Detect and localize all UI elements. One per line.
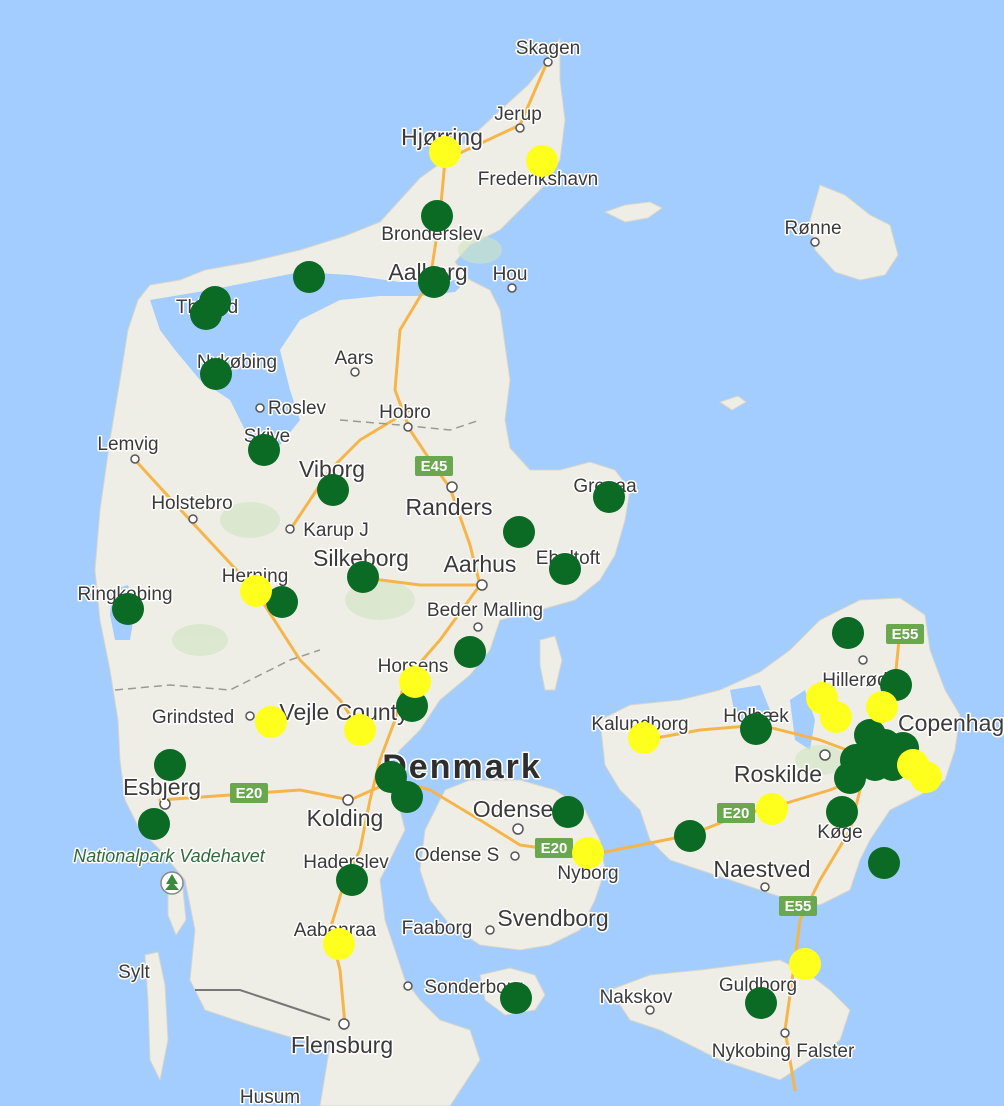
svg-text:E20: E20: [541, 840, 568, 857]
marker-yellow[interactable]: [399, 666, 431, 698]
label-flensburg: Flensburg: [291, 1032, 393, 1058]
marker-yellow[interactable]: [240, 575, 272, 607]
marker-yellow[interactable]: [344, 714, 376, 746]
label-grindsted: Grindsted: [152, 707, 234, 728]
shield-e20-funen: E20: [535, 838, 573, 858]
marker-green[interactable]: [740, 713, 772, 745]
marker-green[interactable]: [500, 982, 532, 1014]
label-nykobing-falster: Nykobing Falster: [712, 1041, 855, 1062]
marker-green[interactable]: [549, 553, 581, 585]
label-park: Nationalpark Vadehavet: [73, 846, 265, 866]
marker-green[interactable]: [154, 749, 186, 781]
label-faaborg: Faaborg: [402, 918, 473, 939]
label-odense-s: Odense S: [415, 845, 500, 866]
label-copenhagen: Copenhagen: [898, 710, 1004, 736]
park-icon[interactable]: [160, 871, 184, 895]
label-roskilde: Roskilde: [734, 761, 822, 787]
shield-e55-south: E55: [779, 896, 817, 916]
marker-yellow[interactable]: [756, 793, 788, 825]
label-husum: Husum: [240, 1087, 300, 1106]
marker-green[interactable]: [293, 261, 325, 293]
marker-yellow[interactable]: [866, 691, 898, 723]
shield-e20-zealand: E20: [717, 803, 755, 823]
marker-green[interactable]: [745, 987, 777, 1019]
marker-green[interactable]: [112, 593, 144, 625]
svg-text:E55: E55: [892, 626, 919, 643]
marker-green[interactable]: [248, 434, 280, 466]
svg-text:E55: E55: [785, 898, 812, 915]
marker-yellow[interactable]: [820, 701, 852, 733]
label-roslev: Roslev: [268, 398, 327, 419]
marker-yellow[interactable]: [910, 761, 942, 793]
label-holstebro: Holstebro: [151, 493, 232, 514]
marker-yellow[interactable]: [628, 722, 660, 754]
svg-text:E45: E45: [421, 458, 448, 475]
marker-green[interactable]: [454, 636, 486, 668]
marker-green[interactable]: [832, 617, 864, 649]
marker-green[interactable]: [418, 266, 450, 298]
label-vejle-county: Vejle County: [279, 699, 409, 725]
marker-green[interactable]: [834, 762, 866, 794]
marker-green[interactable]: [336, 864, 368, 896]
marker-green[interactable]: [674, 820, 706, 852]
marker-green[interactable]: [593, 481, 625, 513]
marker-yellow[interactable]: [255, 706, 287, 738]
marker-yellow[interactable]: [789, 948, 821, 980]
label-hou: Hou: [493, 264, 528, 285]
label-aars: Aars: [334, 348, 373, 369]
marker-green[interactable]: [391, 781, 423, 813]
label-kolding: Kolding: [307, 805, 384, 831]
marker-green[interactable]: [347, 561, 379, 593]
label-nakskov: Nakskov: [600, 987, 673, 1008]
marker-yellow[interactable]: [323, 928, 355, 960]
shield-e55-north: E55: [886, 624, 924, 644]
marker-green[interactable]: [138, 808, 170, 840]
shield-e20-west: E20: [230, 783, 268, 803]
shield-e45: E45: [415, 456, 453, 476]
label-beder-malling: Beder Malling: [427, 600, 543, 621]
label-skagen: Skagen: [516, 38, 580, 59]
label-odense: Odense: [473, 796, 554, 822]
label-hobro: Hobro: [379, 402, 431, 423]
marker-green[interactable]: [552, 796, 584, 828]
label-lemvig: Lemvig: [97, 434, 158, 455]
marker-green[interactable]: [421, 200, 453, 232]
marker-green[interactable]: [317, 474, 349, 506]
svg-text:E20: E20: [236, 785, 263, 802]
label-naestved: Naestved: [713, 856, 810, 882]
label-karup: Karup J: [303, 520, 368, 541]
marker-yellow[interactable]: [526, 145, 558, 177]
map-canvas[interactable]: E45 E20 E20 E20 E55 E55 Skagen Jerup Hjø…: [0, 0, 1004, 1106]
marker-green[interactable]: [868, 847, 900, 879]
label-randers: Randers: [406, 494, 493, 520]
label-aarhus: Aarhus: [444, 551, 517, 577]
label-ronne: Rønne: [784, 218, 841, 239]
marker-yellow[interactable]: [429, 136, 461, 168]
label-jerup: Jerup: [494, 104, 542, 125]
marker-green[interactable]: [503, 516, 535, 548]
label-svendborg: Svendborg: [497, 905, 608, 931]
marker-green[interactable]: [826, 796, 858, 828]
marker-green[interactable]: [190, 298, 222, 330]
marker-yellow[interactable]: [572, 837, 604, 869]
svg-text:E20: E20: [723, 805, 750, 822]
label-sylt: Sylt: [118, 962, 150, 983]
marker-green[interactable]: [200, 358, 232, 390]
